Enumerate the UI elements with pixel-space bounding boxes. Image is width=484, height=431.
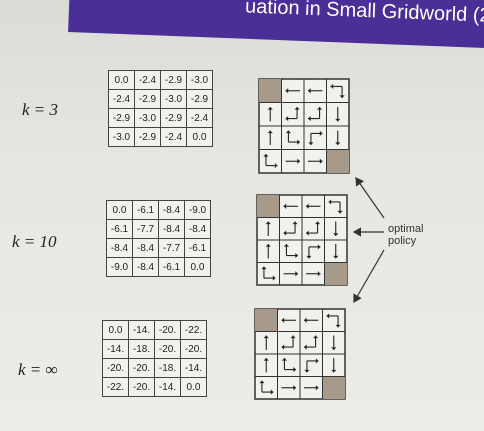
arrow-to-kinf — [353, 249, 385, 304]
arrow-to-k3 — [355, 177, 385, 219]
callout-arrows — [352, 177, 385, 304]
